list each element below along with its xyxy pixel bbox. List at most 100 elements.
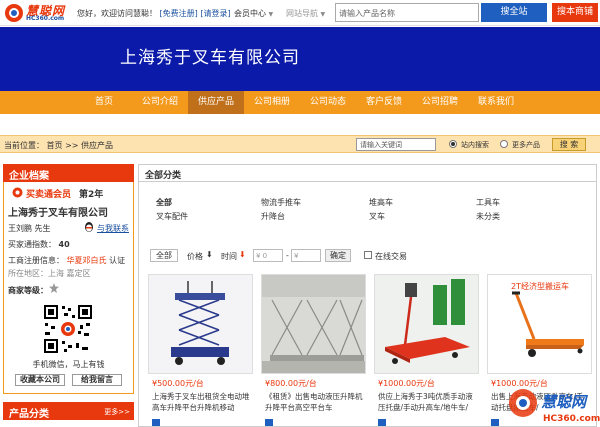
online-trade-label: 在线交易 [375, 252, 407, 261]
trust-index: 买家通指数： 40 [8, 240, 70, 249]
nav-item-contact[interactable]: 联系我们 [468, 91, 524, 114]
product-category-header: 产品分类 更多>> [3, 402, 134, 420]
contact-person: 王刘鹏 先生 [8, 224, 51, 233]
product-name[interactable]: 上海秀于叉车出租货全电动堆高车升降平台升降机移动 [152, 391, 252, 413]
product-price: ¥1000.00元/台 [378, 379, 435, 388]
keyword-input[interactable]: 请输入关键词 [356, 138, 436, 151]
product-image[interactable] [374, 274, 479, 374]
watermark-brand: 慧聪网 [541, 393, 589, 411]
nav-item-jobs[interactable]: 公司招聘 [412, 91, 468, 114]
category-forklift[interactable]: 叉车 [369, 211, 385, 222]
sidebar-company-name: 上海秀于叉车有限公司 [8, 208, 108, 219]
register-link[interactable]: [免费注册] [160, 9, 198, 18]
top-bar: 慧聪网 HC360.com 您好，欢迎访问慧聪！ [免费注册] [请登录] 会员… [0, 0, 600, 26]
main-nav: 首页 公司介绍 供应产品 公司相册 公司动态 客户反馈 公司招聘 联系我们 [0, 91, 600, 114]
breadcrumb-home[interactable]: 首页 [47, 141, 63, 150]
chevron-down-icon: ▼ [268, 11, 274, 18]
breadcrumb: 当前位置： 首页 >> 供应产品 [4, 141, 114, 150]
category-uncategorized[interactable]: 未分类 [476, 211, 500, 222]
main-panel-header: 全部分类 [139, 165, 596, 182]
radio-more-label: 更多产品 [512, 141, 540, 149]
chat-icon[interactable] [83, 221, 95, 233]
product-name[interactable]: 《租赁》出售电动液压升降机升降平台高空平台车 [265, 391, 365, 413]
product-card[interactable]: ¥800.00元/台 《租赁》出售电动液压升降机升降平台高空平台车 [261, 274, 366, 426]
top-search-input[interactable]: 请输入产品名称 [335, 3, 479, 22]
product-card[interactable]: ¥500.00元/台 上海秀于叉车出租货全电动堆高车升降平台升降机移动 [148, 274, 253, 426]
site-nav-menu[interactable]: 网站导航 ▼ [286, 8, 325, 19]
trust-index-value: 40 [58, 240, 70, 249]
company-area: 所在地区：上海 嘉定区 [8, 269, 91, 278]
banner-company-name: 上海秀于叉车有限公司 [120, 48, 300, 68]
login-link[interactable]: [请登录] [200, 9, 230, 18]
all-categories-title: 全部分类 [145, 171, 182, 181]
search-this-shop-button[interactable]: 搜本商铺 [552, 3, 598, 22]
location-bar: 当前位置： 首页 >> 供应产品 请输入关键词 站内搜索 更多产品 搜 索 [0, 135, 600, 153]
nav-item-about[interactable]: 公司介绍 [132, 91, 188, 114]
nav-item-news[interactable]: 公司动态 [300, 91, 356, 114]
product-banner-text: 2T经济型搬运车 [511, 281, 569, 291]
price-max-input[interactable]: ¥ [291, 249, 321, 262]
archive-header: 企业档案 [3, 164, 134, 182]
archive-title: 企业档案 [9, 171, 49, 182]
filter-confirm-button[interactable]: 确定 [325, 249, 351, 262]
filter-bar: 全部 价格 ⬇ 时间 ⬇ ¥ 0 - ¥ 确定 在线交易 [148, 248, 588, 264]
verified-icon [152, 419, 160, 426]
arrow-down-icon[interactable]: ⬇ [239, 250, 246, 259]
price-range-dash: - [286, 251, 289, 260]
online-trade-checkbox[interactable] [364, 251, 372, 259]
radio-in-shop[interactable] [449, 140, 457, 148]
welcome-text: 您好，欢迎访问慧聪！ [免费注册] [请登录] [77, 9, 231, 18]
favorite-company-button[interactable]: 收藏本公司 [15, 374, 65, 386]
nav-item-products[interactable]: 供应产品 [188, 91, 244, 114]
hc360-watermark-icon: 慧聪网 HC360.com [509, 389, 600, 424]
product-category-more[interactable]: 更多>> [104, 407, 130, 417]
sort-time[interactable]: 时间 [221, 251, 237, 262]
logo-sub: HC360.com [26, 15, 65, 22]
qr-caption: 手机微信，马上有钱 [32, 360, 105, 369]
rank-icon [49, 283, 59, 293]
product-name[interactable]: 供应上海秀于3吨优质手动液压托盘/手动升高车/地牛车/ [378, 391, 478, 413]
category-handcart[interactable]: 物流手推车 [261, 197, 301, 208]
nav-item-home[interactable]: 首页 [76, 91, 132, 114]
price-min-input[interactable]: ¥ 0 [253, 249, 283, 262]
contact-me-link[interactable]: 与我联系 [97, 223, 129, 234]
qr-code-icon [42, 303, 94, 355]
product-price: ¥500.00元/台 [152, 379, 204, 388]
filter-all-button[interactable]: 全部 [150, 249, 178, 262]
search-all-site-button[interactable]: 搜全站 [481, 3, 547, 22]
registration-status[interactable]: 华夏邓白氏 [67, 256, 107, 265]
verified-icon [491, 419, 499, 426]
member-badge-icon [12, 187, 23, 198]
shop-search-button[interactable]: 搜 索 [552, 138, 586, 151]
category-all[interactable]: 全部 [156, 197, 172, 208]
member-type: 买卖通会员 [26, 190, 72, 200]
sort-price[interactable]: 价格 [187, 251, 203, 262]
radio-in-shop-label: 站内搜索 [461, 141, 489, 149]
nav-item-feedback[interactable]: 客户反馈 [356, 91, 412, 114]
nav-item-album[interactable]: 公司相册 [244, 91, 300, 114]
category-lift-platform[interactable]: 升降台 [261, 211, 285, 222]
member-center-menu[interactable]: 会员中心 ▼ [234, 8, 273, 19]
registration-info: 工商注册信息： 华夏邓白氏 认证 [8, 256, 126, 265]
hc360-logo-icon [5, 4, 23, 22]
category-forklift-parts[interactable]: 叉车配件 [156, 211, 188, 222]
product-image[interactable] [261, 274, 366, 374]
chevron-down-icon: ▼ [320, 11, 326, 18]
category-tool-cart[interactable]: 工具车 [476, 197, 500, 208]
radio-more-products[interactable] [500, 140, 508, 148]
breadcrumb-current: 供应产品 [81, 141, 114, 150]
arrow-down-icon[interactable]: ⬇ [206, 250, 213, 259]
verified-icon [265, 419, 273, 426]
hc360-logo[interactable]: 慧聪网 HC360.com [4, 2, 74, 24]
company-banner: 上海秀于叉车有限公司 [0, 27, 600, 91]
product-image[interactable]: 2T经济型搬运车 [487, 274, 592, 374]
verified-icon [378, 419, 386, 426]
leave-message-button[interactable]: 给我留言 [72, 374, 122, 386]
member-year: 第2年 [79, 190, 104, 200]
merchant-rank-label: 商家等级： [8, 286, 48, 295]
category-stacker[interactable]: 堆高车 [369, 197, 393, 208]
product-card[interactable]: ¥1000.00元/台 供应上海秀于3吨优质手动液压托盘/手动升高车/地牛车/ [374, 274, 479, 426]
product-category-title: 产品分类 [9, 409, 49, 420]
product-image[interactable] [148, 274, 253, 374]
product-price: ¥800.00元/台 [265, 379, 317, 388]
